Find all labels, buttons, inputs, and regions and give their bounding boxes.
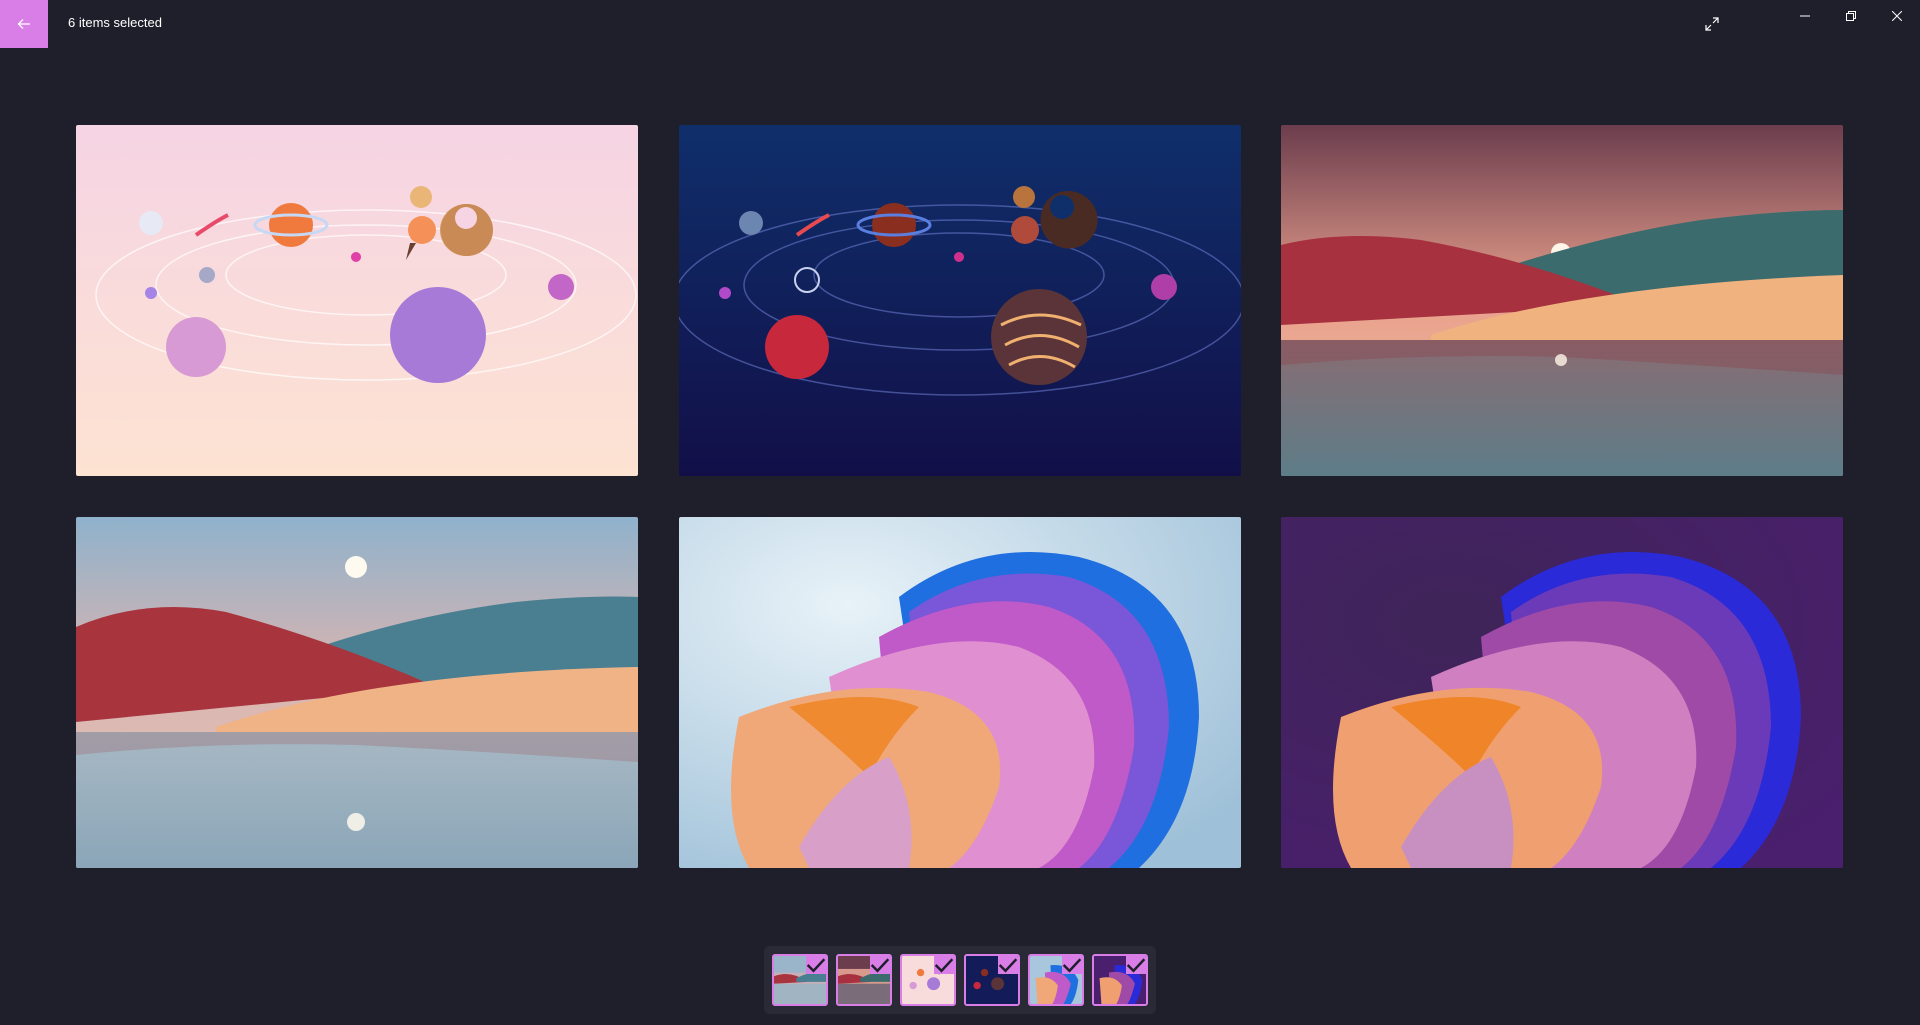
checkmark-icon (870, 958, 890, 973)
selected-check[interactable] (998, 956, 1018, 974)
close-icon (1892, 11, 1902, 21)
thumbnail-light-solar-system[interactable] (900, 954, 956, 1006)
restore-icon (1846, 11, 1856, 21)
photo-image (76, 517, 638, 868)
arrow-left-icon (17, 19, 30, 29)
photo-image (1281, 125, 1843, 476)
minimize-button[interactable] (1782, 0, 1828, 32)
minimize-icon (1800, 15, 1810, 17)
selected-check[interactable] (806, 956, 826, 974)
expand-icon (1705, 17, 1719, 31)
thumbnail-bloom-dark[interactable] (1092, 954, 1148, 1006)
photo-tile[interactable] (1281, 517, 1843, 868)
photo-tile[interactable] (76, 125, 638, 476)
checkmark-icon (806, 958, 826, 973)
close-button[interactable] (1874, 0, 1920, 32)
photo-image (76, 125, 638, 476)
photo-tile[interactable] (679, 517, 1241, 868)
expand-button[interactable] (1698, 10, 1726, 38)
selected-check[interactable] (870, 956, 890, 974)
thumbnail-daylight-hills[interactable] (772, 954, 828, 1006)
page-title: 6 items selected (68, 15, 162, 30)
photo-image (1281, 517, 1843, 868)
thumbnail-sunset-hills[interactable] (836, 954, 892, 1006)
thumbnail-dark-solar-system[interactable] (964, 954, 1020, 1006)
filmstrip (764, 946, 1156, 1014)
checkmark-icon (998, 958, 1018, 973)
restore-button[interactable] (1828, 0, 1874, 32)
selected-check[interactable] (1062, 956, 1082, 974)
window-controls (1782, 0, 1920, 32)
photo-image (679, 517, 1241, 868)
selected-check[interactable] (1126, 956, 1146, 974)
back-button[interactable] (0, 0, 48, 48)
selected-check[interactable] (934, 956, 954, 974)
thumbnail-bloom-light[interactable] (1028, 954, 1084, 1006)
checkmark-icon (1126, 958, 1146, 973)
photo-tile[interactable] (1281, 125, 1843, 476)
photo-tile[interactable] (76, 517, 638, 868)
checkmark-icon (934, 958, 954, 973)
photo-image (679, 125, 1241, 476)
photo-tile[interactable] (679, 125, 1241, 476)
checkmark-icon (1062, 958, 1082, 973)
